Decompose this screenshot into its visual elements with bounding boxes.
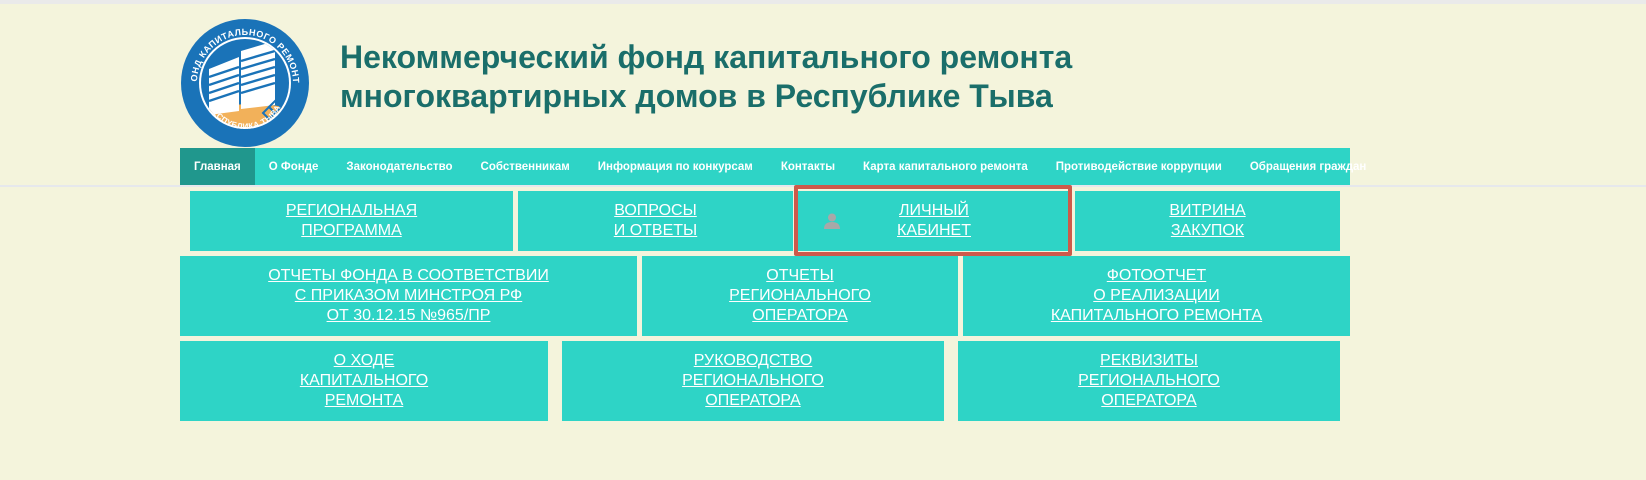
tile-regional-program[interactable]: РЕГИОНАЛЬНАЯ ПРОГРАММА <box>190 191 513 251</box>
tile-personal-account-line2: КАБИНЕТ <box>897 222 971 239</box>
header-divider <box>0 185 1646 187</box>
tile-faq-line2: И ОТВЕТЫ <box>613 222 698 239</box>
site-title: Некоммерческий фонд капитального ремонта… <box>340 38 1072 116</box>
tile-operator-reports-line1: ОТЧЕТЫ <box>766 267 834 284</box>
tile-management[interactable]: РУКОВОДСТВО РЕГИОНАЛЬНОГО ОПЕРАТОРА <box>562 341 944 421</box>
tile-operator-reports[interactable]: ОТЧЕТЫ РЕГИОНАЛЬНОГО ОПЕРАТОРА <box>642 256 958 336</box>
nav-item-owners[interactable]: Собственникам <box>467 148 584 186</box>
top-border <box>0 0 1646 4</box>
tile-requisites-line2: РЕГИОНАЛЬНОГО <box>1078 372 1220 389</box>
nav-item-contacts[interactable]: Контакты <box>767 148 849 186</box>
user-icon <box>824 213 840 229</box>
tile-repair-progress-line2: КАПИТАЛЬНОГО <box>299 372 429 389</box>
tile-procurement-line2: ЗАКУПОК <box>1170 222 1245 239</box>
tile-fund-reports-line1: ОТЧЕТЫ ФОНДА В СООТВЕТСТВИИ <box>268 267 549 284</box>
tile-fund-reports-line3: ОТ 30.12.15 №965/ПР <box>326 307 491 324</box>
nav-item-about-fund[interactable]: О Фонде <box>255 148 333 186</box>
tile-requisites-line1: РЕКВИЗИТЫ <box>1100 352 1198 369</box>
nav-item-citizen-appeals[interactable]: Обращения граждан <box>1236 148 1381 186</box>
tile-photo-report-line3: КАПИТАЛЬНОГО РЕМОНТА <box>1050 307 1263 324</box>
tile-management-line2: РЕГИОНАЛЬНОГО <box>682 372 824 389</box>
tile-repair-progress-line1: О ХОДЕ <box>333 352 395 369</box>
tile-photo-report[interactable]: ФОТООТЧЕТ О РЕАЛИЗАЦИИ КАПИТАЛЬНОГО РЕМО… <box>963 256 1350 336</box>
tile-regional-program-line2: ПРОГРАММА <box>301 222 402 239</box>
main-nav: Главная О Фонде Законодательство Собстве… <box>180 148 1366 186</box>
nav-item-home[interactable]: Главная <box>180 148 255 186</box>
tile-procurement-showcase[interactable]: ВИТРИНА ЗАКУПОК <box>1075 191 1340 251</box>
tile-regional-program-line1: РЕГИОНАЛЬНАЯ <box>285 202 418 219</box>
tile-personal-account[interactable]: ЛИЧНЫЙ КАБИНЕТ <box>798 191 1070 251</box>
fund-logo[interactable]: ФОНД КАПИТАЛЬНОГО РЕМОНТА РЕСПУБЛИКА ТЫВ… <box>179 17 311 149</box>
tile-repair-progress-line3: РЕМОНТА <box>324 392 404 409</box>
tile-photo-report-line2: О РЕАЛИЗАЦИИ <box>1093 287 1220 304</box>
tile-requisites-line3: ОПЕРАТОРА <box>1101 392 1197 409</box>
site-title-line1: Некоммерческий фонд капитального ремонта <box>340 39 1073 75</box>
tile-management-line1: РУКОВОДСТВО <box>693 352 813 369</box>
tile-faq[interactable]: ВОПРОСЫ И ОТВЕТЫ <box>518 191 793 251</box>
tile-operator-reports-line3: ОПЕРАТОРА <box>752 307 848 324</box>
tile-fund-reports[interactable]: ОТЧЕТЫ ФОНДА В СООТВЕТСТВИИ С ПРИКАЗОМ М… <box>180 256 637 336</box>
nav-item-legislation[interactable]: Законодательство <box>332 148 466 186</box>
nav-item-anti-corruption[interactable]: Противодействие коррупции <box>1042 148 1236 186</box>
tile-fund-reports-line2: С ПРИКАЗОМ МИНСТРОЯ РФ <box>294 287 523 304</box>
tile-management-line3: ОПЕРАТОРА <box>705 392 801 409</box>
tile-faq-line1: ВОПРОСЫ <box>614 202 697 219</box>
nav-item-repair-map[interactable]: Карта капитального ремонта <box>849 148 1042 186</box>
nav-item-tenders-info[interactable]: Информация по конкурсам <box>584 148 767 186</box>
site-title-line2: многоквартирных домов в Республике Тыва <box>340 78 1053 114</box>
tile-procurement-line1: ВИТРИНА <box>1169 202 1246 219</box>
tile-requisites[interactable]: РЕКВИЗИТЫ РЕГИОНАЛЬНОГО ОПЕРАТОРА <box>958 341 1340 421</box>
tile-personal-account-line1: ЛИЧНЫЙ <box>899 202 969 219</box>
tile-operator-reports-line2: РЕГИОНАЛЬНОГО <box>729 287 871 304</box>
tile-photo-report-line1: ФОТООТЧЕТ <box>1106 267 1207 284</box>
tile-repair-progress[interactable]: О ХОДЕ КАПИТАЛЬНОГО РЕМОНТА <box>180 341 548 421</box>
